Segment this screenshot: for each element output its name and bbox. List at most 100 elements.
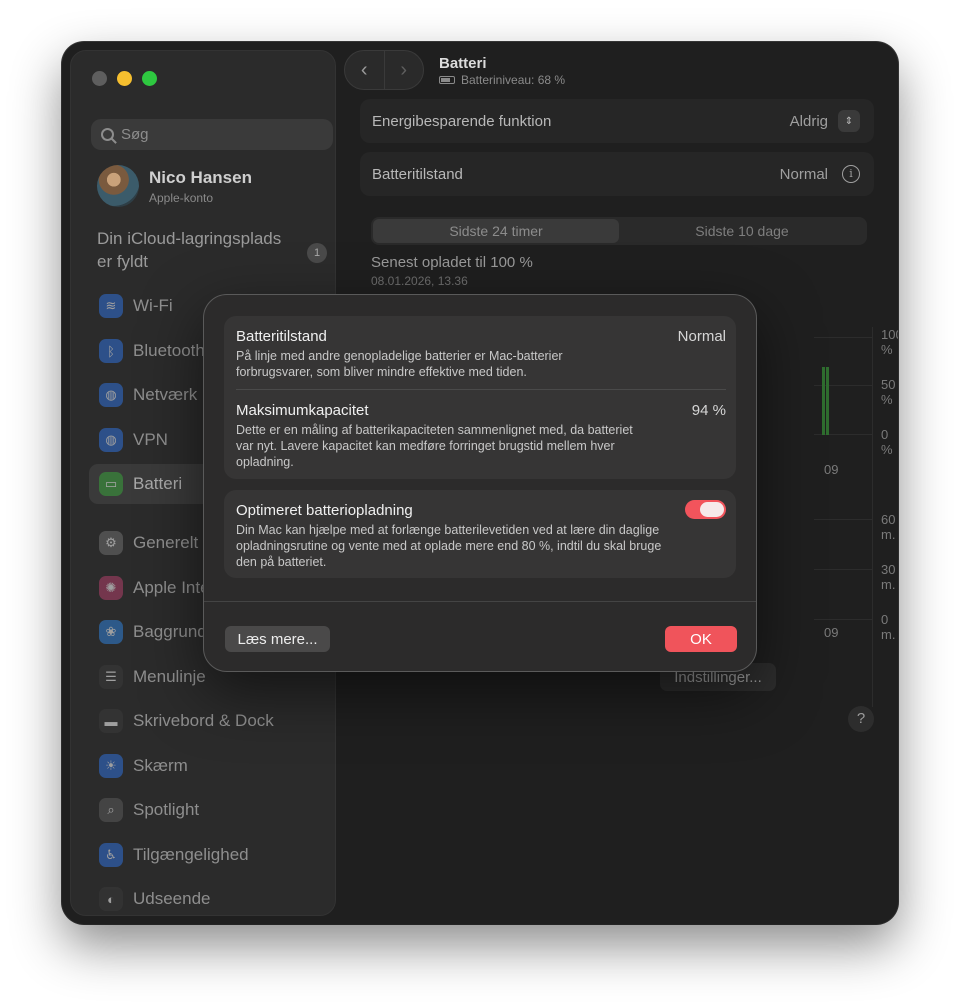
icloud-line-1: Din iCloud-lagringsplads (97, 229, 282, 248)
battery-level-bar (822, 367, 825, 435)
last-charged-label: Senest opladet til 100 % (371, 254, 533, 271)
tab-last-10-days[interactable]: Sidste 10 dage (619, 219, 865, 243)
optimized-row: Optimeret batteriopladning Din Mac kan h… (236, 502, 726, 570)
bluetooth-icon: ᛒ (99, 339, 123, 363)
profile-name: Nico Hansen (149, 167, 252, 187)
sidebar-item-label: Udseende (133, 889, 211, 908)
sidebar-item-label: Batteri (133, 474, 183, 493)
optimized-charging-toggle[interactable] (685, 500, 726, 519)
search-icon (101, 128, 114, 141)
sidebar-item-label: VPN (133, 430, 168, 449)
back-chevron-icon[interactable]: ‹ (345, 51, 384, 89)
history-nav: ‹ › (344, 50, 424, 90)
sidebar-item-label: Baggrund (133, 622, 207, 641)
avatar (97, 165, 139, 207)
vpn-globe-icon: ◍ (99, 428, 123, 452)
info-icon[interactable]: i (842, 165, 860, 183)
minimize-window-button[interactable] (117, 71, 132, 86)
tab-last-24-hours[interactable]: Sidste 24 timer (373, 219, 619, 243)
icloud-storage-warning[interactable]: Din iCloud-lagringsplads er fyldt (97, 227, 297, 273)
close-window-button[interactable] (92, 71, 107, 86)
sidebar-item-udseende[interactable]: ◐ Udseende (89, 879, 335, 919)
gridline (814, 337, 872, 338)
icloud-badge: 1 (307, 243, 327, 263)
icloud-line-2: er fyldt (97, 252, 149, 271)
last-charged-date: 08.01.2026, 13.36 (371, 274, 468, 288)
battery-level-icon (439, 76, 455, 84)
sidebar-item-label: Generelt (133, 533, 199, 552)
battery-level-bar (826, 367, 829, 435)
battery-icon: ▭ (99, 472, 123, 496)
usage-tick-0: 0 m. (881, 612, 896, 642)
page-subtitle: Batteriniveau: 68 % (439, 73, 565, 87)
gear-icon: ⚙ (99, 531, 123, 555)
sidebar-item-label: Wi-Fi (133, 296, 173, 315)
page-title: Batteri (439, 55, 487, 72)
sidebar-item-label: Spotlight (133, 800, 200, 819)
energy-mode-value[interactable]: Aldrig (790, 113, 828, 130)
optimized-charging-card: Optimeret batteriopladning Din Mac kan h… (224, 490, 736, 578)
energy-mode-label: Energibesparende funktion (372, 112, 552, 130)
battery-level-text: Batteriniveau: 68 % (461, 73, 566, 87)
level-x-tick: 09 (824, 462, 839, 477)
sidebar-item-label: Skærm (133, 756, 188, 775)
sidebar-item-label: Bluetooth (133, 341, 205, 360)
battery-health-dialog: Batteritilstand Normal På linje med andr… (203, 294, 757, 672)
usage-tick-60: 60 m. (881, 512, 896, 542)
sidebar-item-spotlight[interactable]: ⌕ Spotlight (89, 790, 335, 830)
globe-icon: ◍ (99, 383, 123, 407)
sidebar-item-skærm[interactable]: ☀ Skærm (89, 746, 335, 786)
chart-axis-line (872, 327, 873, 707)
health-description: På linje med andre genopladelige batteri… (236, 349, 563, 379)
display-icon: ☀ (99, 754, 123, 778)
dialog-separator (204, 601, 756, 602)
gridline (814, 569, 872, 570)
capacity-description: Dette er en måling af batterikapaciteten… (236, 423, 633, 469)
capacity-title: Maksimumkapacitet (236, 402, 369, 419)
level-tick-50: 50 % (881, 377, 896, 407)
wallpaper-icon: ❀ (99, 620, 123, 644)
profile-subtitle: Apple-konto (149, 190, 214, 205)
sidebar-item-skrivebord-dock[interactable]: ▬ Skrivebord & Dock (89, 701, 335, 741)
time-range-segmented-control: Sidste 24 timer Sidste 10 dage (371, 217, 867, 245)
health-card: Batteritilstand Normal På linje med andr… (224, 316, 736, 479)
health-value: Normal (677, 328, 726, 345)
apple-account[interactable]: Nico Hansen Apple-konto (97, 163, 327, 209)
gridline (814, 619, 872, 620)
ok-button[interactable]: OK (665, 626, 737, 652)
help-button[interactable]: ? (848, 706, 874, 732)
updown-chevron-icon[interactable]: ⇕ (838, 110, 860, 132)
level-tick-0: 0 % (881, 427, 893, 457)
level-tick-100: 100 % (881, 327, 898, 357)
search-placeholder: Søg (121, 126, 149, 143)
appearance-icon: ◐ (99, 887, 123, 911)
usage-x-tick: 09 (824, 625, 839, 640)
usage-tick-30: 30 m. (881, 562, 896, 592)
sidebar-item-label: Netværk (133, 385, 198, 404)
sidebar-item-label: Skrivebord & Dock (133, 711, 274, 730)
sidebar-item-tilgængelighed[interactable]: ♿ Tilgængelighed (89, 835, 335, 875)
toggle-knob (700, 502, 724, 517)
spotlight-icon: ⌕ (99, 798, 123, 822)
accessibility-icon: ♿ (99, 843, 123, 867)
battery-health-row: Batteritilstand Normal i (360, 152, 874, 196)
optimized-title: Optimeret batteriopladning (236, 502, 413, 519)
maximize-window-button[interactable] (142, 71, 157, 86)
gridline (814, 519, 872, 520)
capacity-row: Maksimumkapacitet 94 % Dette er en målin… (236, 402, 726, 470)
sidebar-item-label: Apple Inte (133, 578, 210, 597)
optimized-description: Din Mac kan hjælpe med at forlænge batte… (236, 523, 662, 569)
health-title: Batteritilstand (236, 328, 327, 345)
learn-more-button[interactable]: Læs mere... (225, 626, 330, 652)
wifi-icon: ≋ (99, 294, 123, 318)
search-input[interactable]: Søg (91, 119, 333, 150)
divider (236, 389, 726, 390)
dock-icon: ▬ (99, 709, 123, 733)
menubar-icon: ☰ (99, 665, 123, 689)
capacity-value: 94 % (691, 402, 726, 419)
health-row: Batteritilstand Normal På linje med andr… (236, 328, 726, 380)
battery-health-label: Batteritilstand (372, 165, 463, 183)
forward-chevron-icon[interactable]: › (383, 51, 424, 89)
apple-intelligence-icon: ✺ (99, 576, 123, 600)
sidebar-item-label: Menulinje (133, 667, 206, 686)
